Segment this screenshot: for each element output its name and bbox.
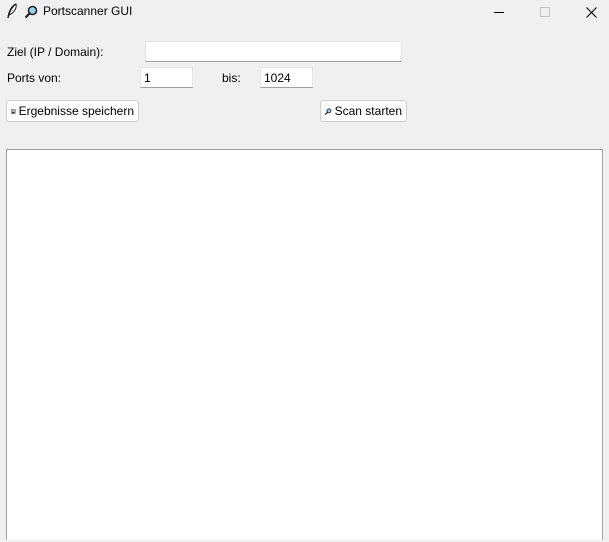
minimize-button[interactable] (476, 0, 522, 24)
floppy-disk-icon (11, 108, 16, 114)
start-scan-button[interactable]: Scan starten (320, 100, 407, 122)
magnifier-icon (25, 5, 38, 18)
save-results-button[interactable]: Ergebnisse speichern (6, 100, 139, 122)
target-label: Ziel (IP / Domain): (7, 45, 104, 59)
ports-to-label: bis: (222, 71, 241, 85)
app-window: Portscanner GUI Ziel (IP / Domain): Port… (0, 0, 609, 542)
minimize-icon (494, 12, 504, 13)
title-bar[interactable]: Portscanner GUI (0, 0, 609, 24)
magnifier-icon (325, 107, 332, 115)
start-scan-label: Scan starten (334, 104, 402, 118)
ports-from-input[interactable] (140, 67, 193, 88)
target-input[interactable] (145, 41, 402, 62)
window-title: Portscanner GUI (43, 4, 133, 18)
close-button[interactable] (568, 0, 609, 24)
save-results-label: Ergebnisse speichern (18, 104, 134, 118)
maximize-button[interactable] (522, 0, 568, 24)
feather-icon (7, 3, 17, 19)
ports-to-input[interactable] (260, 67, 313, 88)
ports-from-label: Ports von: (7, 71, 62, 85)
close-icon (585, 6, 597, 18)
maximize-icon (540, 7, 550, 17)
results-output-area[interactable] (6, 149, 603, 540)
